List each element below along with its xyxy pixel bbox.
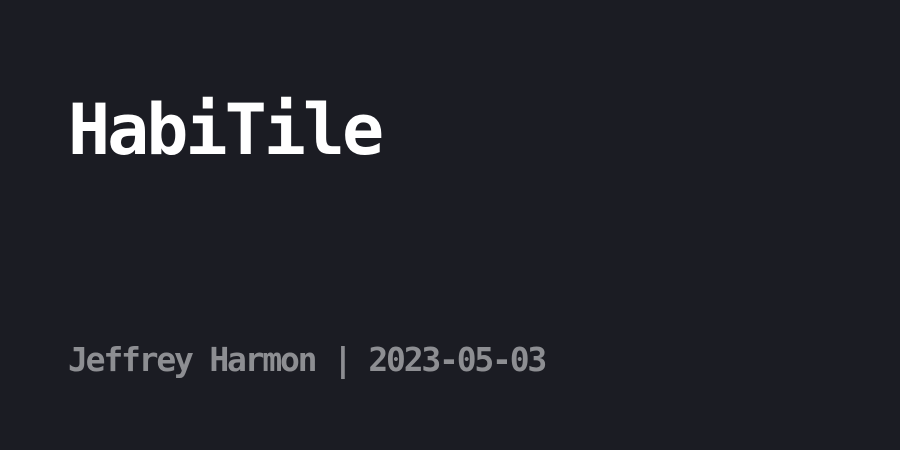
byline-separator: | — [315, 340, 369, 379]
author-name: Jeffrey Harmon — [68, 340, 318, 379]
byline: Jeffrey Harmon | 2023-05-03 — [68, 340, 547, 380]
page-title: HabiTile — [68, 89, 384, 171]
publish-date: 2023-05-03 — [368, 340, 547, 379]
title-card: HabiTile Jeffrey Harmon | 2023-05-03 — [0, 0, 900, 450]
